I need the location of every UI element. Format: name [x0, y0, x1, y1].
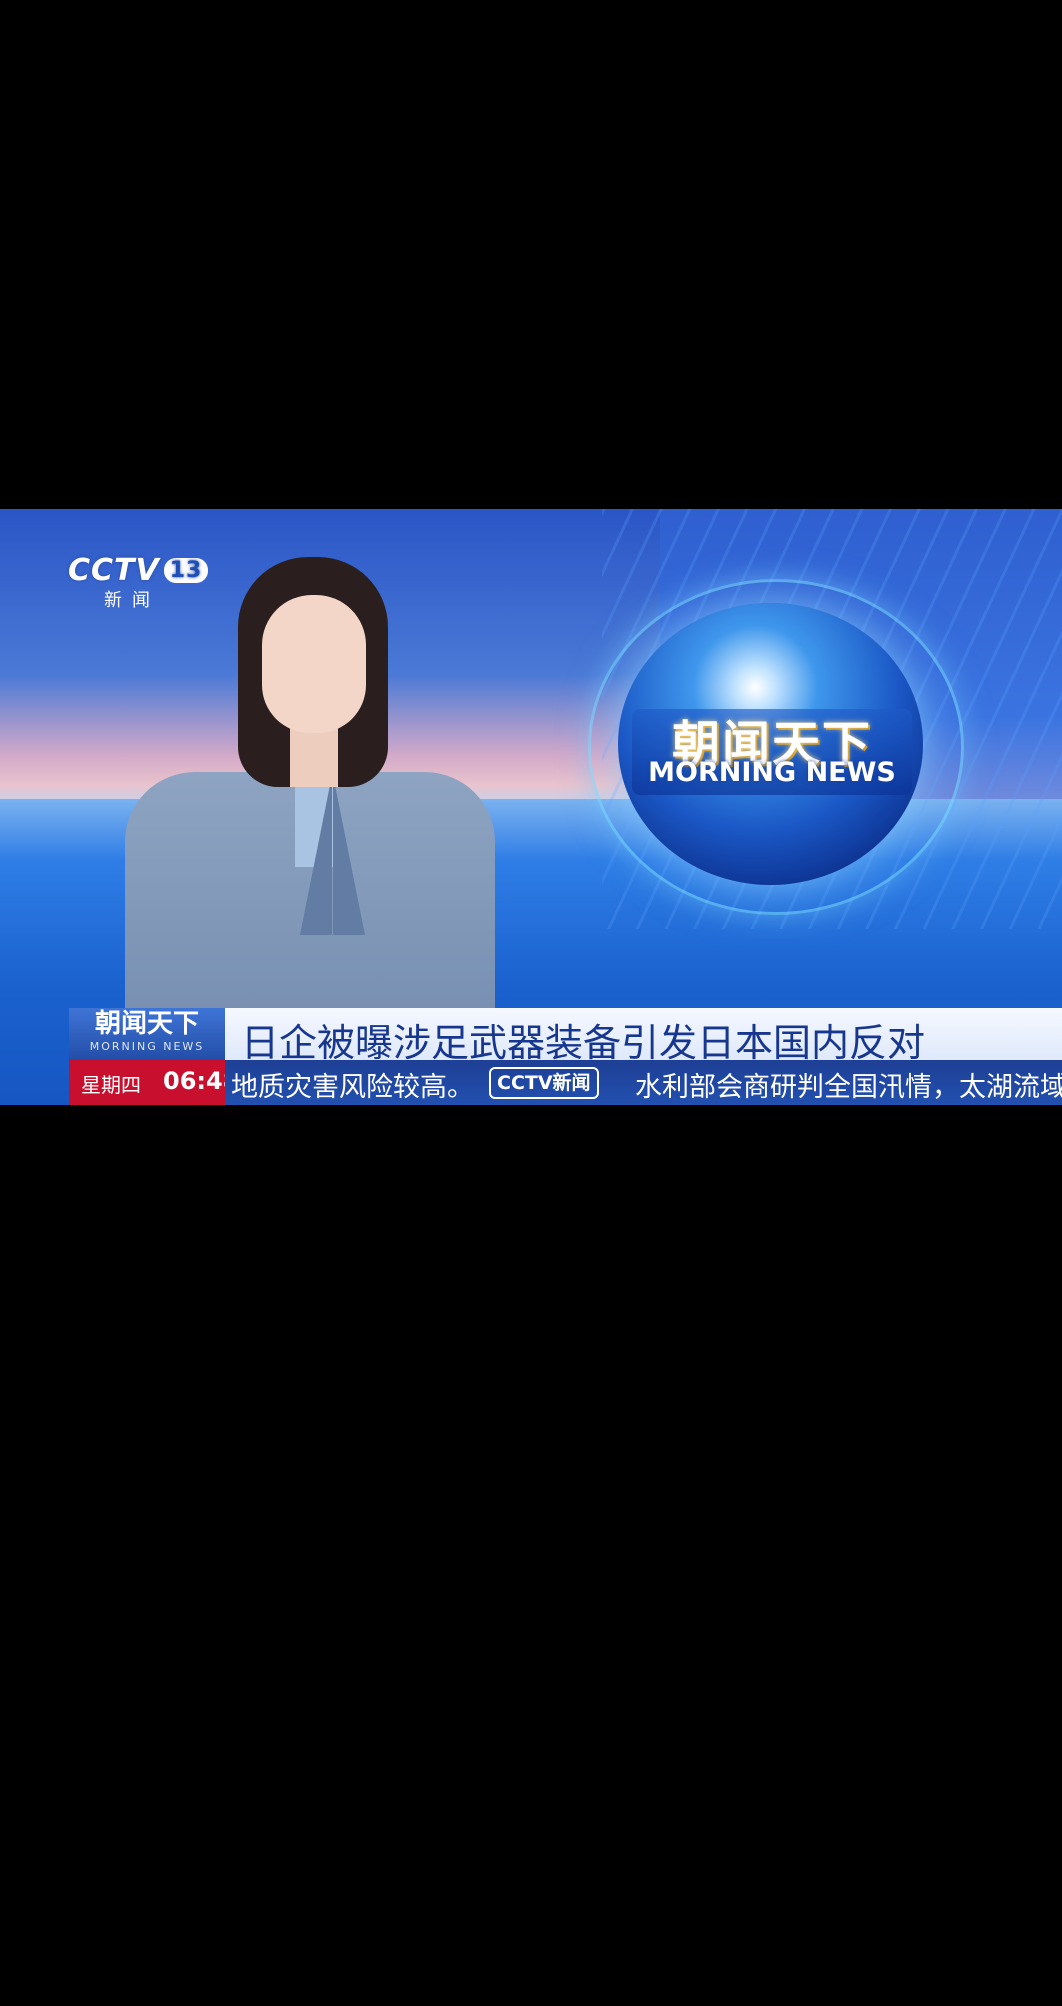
anchor-neck	[290, 727, 338, 787]
date-time-box: 星期四 06:48	[69, 1060, 239, 1105]
news-anchor	[120, 557, 500, 1092]
ticker-text-left: 地质灾害风险较高。	[231, 1072, 474, 1103]
anchor-lapel-right	[333, 775, 405, 935]
lower-third-brand-cn: 朝闻天下	[94, 1009, 199, 1039]
news-ticker: 地质灾害风险较高。 CCTV新闻 水利部会商研判全国汛情，太湖流域	[225, 1060, 1062, 1105]
ticker-text-right: 水利部会商研判全国汛情，太湖流域	[635, 1072, 1062, 1103]
program-title-en: MORNING NEWS	[648, 757, 896, 788]
news-broadcast-frame: 朝闻天下 MORNING NEWS CCTV 13 新闻 朝闻天下 MORNING…	[0, 509, 1062, 1105]
anchor-lapel-left	[260, 775, 332, 935]
ticker-cctv-news-logo: CCTV新闻	[489, 1067, 599, 1099]
lower-third-brand: 朝闻天下 MORNING NEWS	[69, 1008, 225, 1060]
weekday-label: 星期四	[81, 1073, 141, 1097]
lower-third-brand-en: MORNING NEWS	[89, 1040, 205, 1053]
anchor-face	[262, 595, 366, 733]
headline-text: 日企被曝涉足武器装备引发日本国内反对	[241, 1021, 926, 1065]
headline-bar: 日企被曝涉足武器装备引发日本国内反对	[225, 1008, 1062, 1065]
